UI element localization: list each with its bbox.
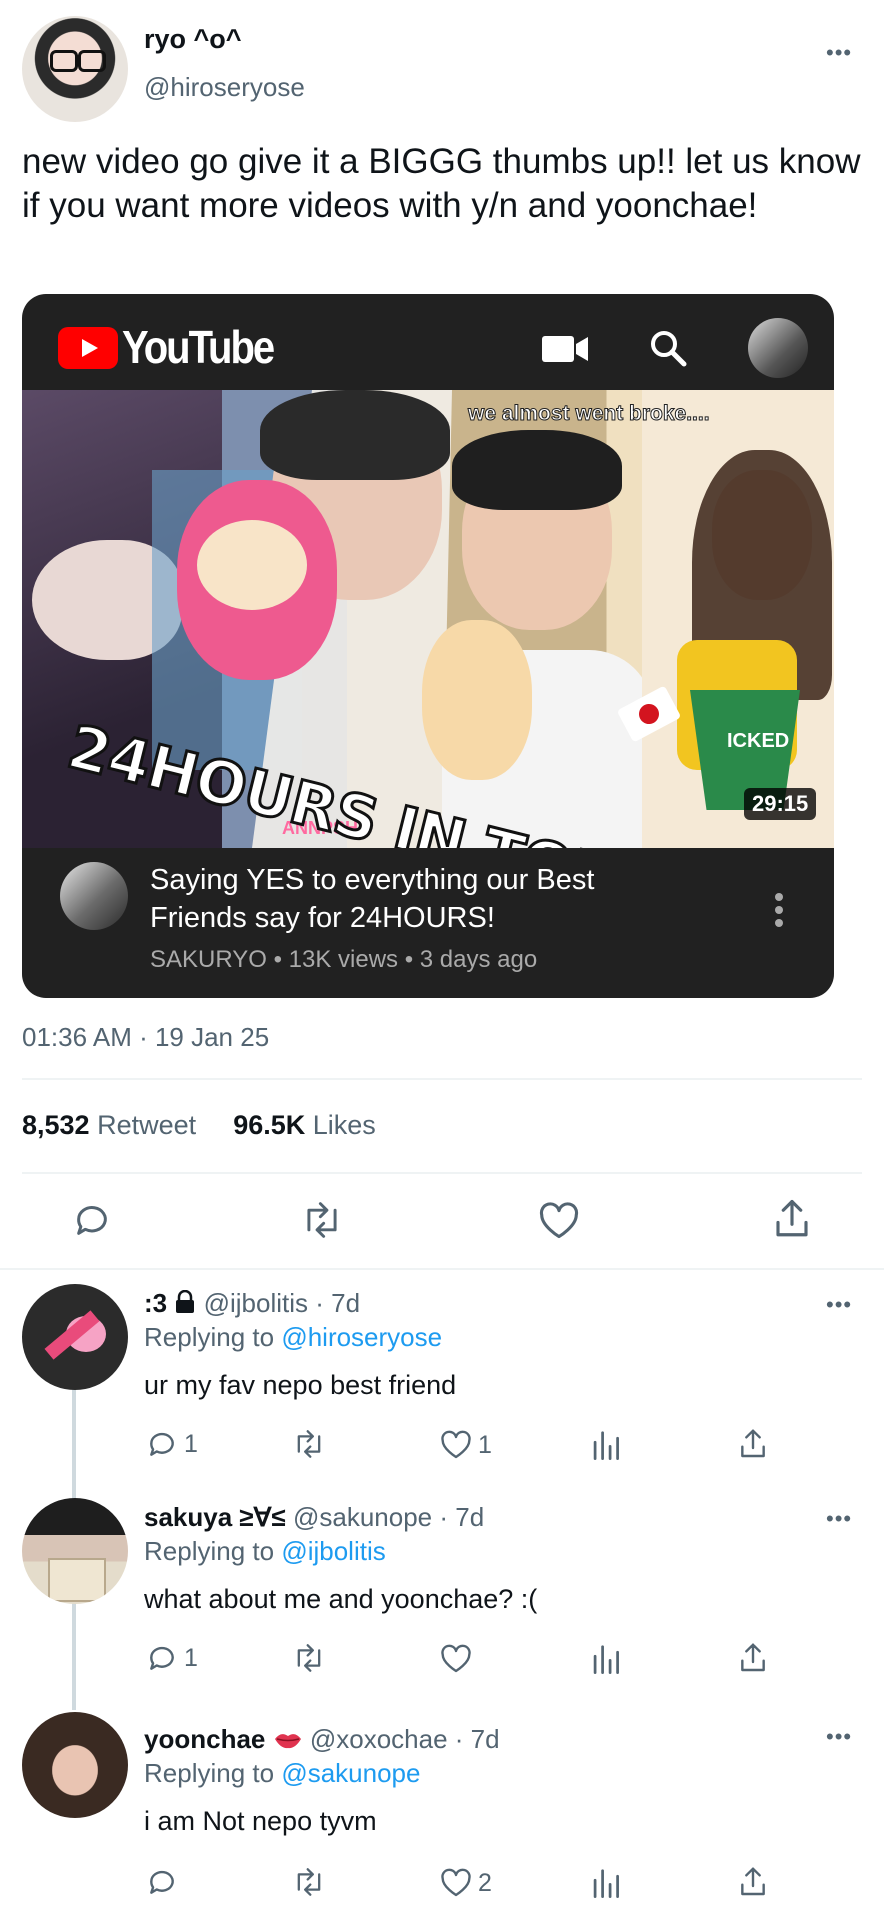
kebab-menu-icon[interactable]: [774, 892, 784, 928]
retweet-icon: [292, 1868, 326, 1896]
reply-handle[interactable]: @ijbolitis: [204, 1288, 308, 1318]
video-camera-icon[interactable]: [542, 334, 588, 364]
reply-header: sakuya ≥∀≤ @sakunope · 7d: [144, 1502, 484, 1533]
reply-more-icon[interactable]: •••: [826, 1508, 852, 1530]
video-thumbnail[interactable]: ICKED ANNPSH we almost went broke.... 24…: [22, 390, 834, 848]
like-icon: [440, 1644, 472, 1674]
like-count: 2: [478, 1868, 492, 1897]
youtube-brand: YouTube: [122, 322, 275, 373]
thumbnail-box-text: ICKED: [727, 730, 790, 752]
tweet-stats: 8,532 Retweet 96.5K Likes: [22, 1110, 376, 1141]
reply-handle[interactable]: @xoxochae: [310, 1724, 448, 1754]
like-icon: [440, 1868, 472, 1898]
reply-author-name[interactable]: :3: [144, 1288, 167, 1318]
youtube-logo[interactable]: YouTube: [58, 322, 275, 373]
reply-text: what about me and yoonchae? :(: [144, 1584, 538, 1614]
replying-to-link[interactable]: @sakunope: [281, 1758, 420, 1788]
retweet-label[interactable]: Retweet: [97, 1110, 196, 1140]
like-icon: [440, 1430, 472, 1460]
reply-more-icon[interactable]: •••: [826, 1726, 852, 1748]
author-avatar[interactable]: [22, 16, 128, 122]
reply-time[interactable]: · 7d: [439, 1502, 484, 1532]
replying-to-label: Replying to: [144, 1758, 275, 1788]
author-handle[interactable]: @hiroseryose: [144, 72, 305, 103]
lock-icon: [174, 1289, 196, 1321]
like-count: 1: [478, 1430, 492, 1459]
more-icon[interactable]: •••: [826, 42, 852, 64]
reply-more-icon[interactable]: •••: [826, 1294, 852, 1316]
divider: [22, 1078, 862, 1080]
reply-count: 1: [184, 1429, 198, 1458]
reply-header: yoonchae @xoxochae · 7d: [144, 1724, 500, 1758]
reply-avatar[interactable]: [22, 1712, 128, 1818]
reply-icon[interactable]: [72, 1200, 112, 1240]
youtube-play-icon: [58, 327, 118, 369]
analytics-icon[interactable]: [592, 1644, 620, 1674]
replying-to-label: Replying to: [144, 1322, 275, 1352]
reply-author-name[interactable]: yoonchae: [144, 1724, 265, 1754]
tweet-timestamp[interactable]: 01:36 AM · 19 Jan 25: [22, 1022, 269, 1053]
reply-count: 1: [184, 1643, 198, 1672]
video-title-line2[interactable]: Friends say for 24HOURS!: [150, 902, 495, 935]
reply-action-like[interactable]: 1: [440, 1430, 492, 1460]
channel-avatar[interactable]: [60, 862, 128, 930]
like-count[interactable]: 96.5K: [233, 1110, 305, 1140]
retweet-count[interactable]: 8,532: [22, 1110, 90, 1140]
search-icon[interactable]: [648, 328, 688, 368]
reply-action-like[interactable]: 2: [440, 1868, 492, 1898]
reply-action-retweet[interactable]: [292, 1644, 332, 1672]
reply-text: i am Not nepo tyvm: [144, 1806, 377, 1836]
replying-to: Replying to @sakunope: [144, 1758, 420, 1789]
replying-to: Replying to @hiroseryose: [144, 1322, 442, 1353]
analytics-icon[interactable]: [592, 1868, 620, 1898]
reply-avatar[interactable]: [22, 1284, 128, 1390]
reply-text: ur my fav nepo best friend: [144, 1370, 457, 1400]
tweet-text: new video go give it a BIGGG thumbs up!!…: [22, 142, 861, 225]
youtube-card[interactable]: YouTube ICKED ANNPSH we almost went brok…: [22, 294, 834, 998]
retweet-icon: [292, 1644, 326, 1672]
share-icon[interactable]: [738, 1866, 768, 1898]
analytics-icon[interactable]: [592, 1430, 620, 1460]
like-label[interactable]: Likes: [313, 1110, 376, 1140]
thumbnail-caption-top: we almost went broke....: [468, 402, 711, 426]
duration-badge: 29:15: [744, 788, 817, 820]
replying-to: Replying to @ijbolitis: [144, 1536, 386, 1567]
reply-action-reply[interactable]: [146, 1866, 184, 1898]
replying-to-link[interactable]: @ijbolitis: [281, 1536, 385, 1566]
share-icon[interactable]: [738, 1428, 768, 1460]
replying-to-label: Replying to: [144, 1536, 275, 1566]
divider: [0, 1268, 884, 1270]
reply-author-name[interactable]: sakuya ≥∀≤: [144, 1502, 286, 1532]
share-icon[interactable]: [738, 1642, 768, 1674]
reply-action-retweet[interactable]: [292, 1430, 332, 1458]
reply-avatar[interactable]: [22, 1498, 128, 1604]
reply-action-reply[interactable]: 1: [146, 1428, 198, 1460]
retweet-icon[interactable]: [300, 1202, 344, 1238]
share-icon[interactable]: [772, 1198, 812, 1240]
reply-time[interactable]: · 7d: [315, 1288, 360, 1318]
reply-action-like[interactable]: [440, 1644, 478, 1674]
reply-icon: [146, 1428, 178, 1460]
account-avatar[interactable]: [748, 318, 808, 378]
channel-meta: SAKURYO • 13K views • 3 days ago: [150, 946, 538, 973]
retweet-icon: [292, 1430, 326, 1458]
replying-to-link[interactable]: @hiroseryose: [281, 1322, 442, 1352]
reply-handle[interactable]: @sakunope: [293, 1502, 432, 1532]
reply-time[interactable]: · 7d: [455, 1724, 500, 1754]
reply-action-reply[interactable]: 1: [146, 1642, 198, 1674]
like-icon[interactable]: [538, 1202, 580, 1240]
reply-action-retweet[interactable]: [292, 1868, 332, 1896]
reply-icon: [146, 1866, 178, 1898]
divider: [22, 1172, 862, 1174]
reply-header: :3 @ijbolitis · 7d: [144, 1288, 360, 1321]
reply-icon: [146, 1642, 178, 1674]
lips-icon: [273, 1727, 303, 1758]
video-title-line1[interactable]: Saying YES to everything our Best: [150, 864, 594, 897]
author-name[interactable]: ryo ^o^: [144, 24, 242, 55]
